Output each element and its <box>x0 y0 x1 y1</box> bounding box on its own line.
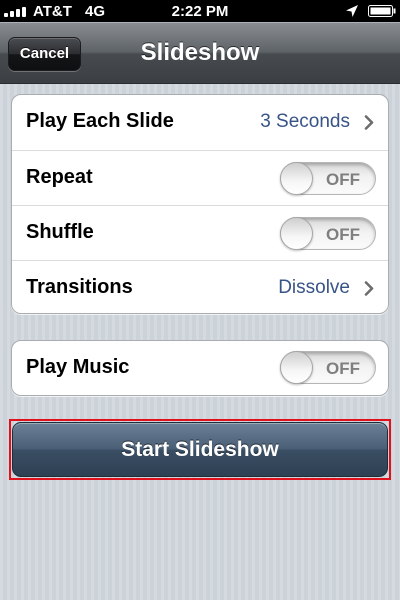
status-bar: AT&T 4G 2:22 PM <box>0 0 400 22</box>
play-each-slide-row[interactable]: Play Each Slide 3 Seconds <box>12 95 388 150</box>
play-each-slide-value: 3 Seconds <box>260 111 350 132</box>
battery-icon <box>368 5 396 17</box>
play-music-row: Play Music OFF <box>12 341 388 395</box>
shuffle-label: Shuffle <box>26 221 94 243</box>
toggle-state: OFF <box>326 225 360 244</box>
music-settings-group: Play Music OFF <box>11 340 389 396</box>
play-music-label: Play Music <box>26 356 130 378</box>
start-slideshow-button[interactable]: Start Slideshow <box>12 422 388 477</box>
clock: 2:22 PM <box>171 3 229 20</box>
slideshow-settings-group: Play Each Slide 3 Seconds Repeat OFF Shu… <box>11 94 389 314</box>
chevron-right-icon <box>364 281 374 296</box>
repeat-row: Repeat OFF <box>12 150 388 205</box>
repeat-toggle[interactable]: OFF <box>280 162 376 195</box>
toggle-state: OFF <box>326 170 360 189</box>
chevron-right-icon <box>364 115 374 130</box>
shuffle-row: Shuffle OFF <box>12 205 388 260</box>
toggle-state: OFF <box>326 359 360 378</box>
transitions-value: Dissolve <box>278 277 350 298</box>
play-music-toggle[interactable]: OFF <box>280 351 376 384</box>
repeat-label: Repeat <box>26 166 93 188</box>
shuffle-toggle[interactable]: OFF <box>280 217 376 250</box>
play-each-slide-label: Play Each Slide <box>26 110 174 132</box>
toggle-knob <box>280 162 313 195</box>
navigation-bar: Cancel Slideshow <box>0 22 400 84</box>
transitions-row[interactable]: Transitions Dissolve <box>12 260 388 313</box>
transitions-label: Transitions <box>26 276 133 298</box>
toggle-knob <box>280 217 313 250</box>
toggle-knob <box>280 351 313 384</box>
page-title: Slideshow <box>140 39 260 66</box>
location-arrow-icon <box>346 5 358 17</box>
